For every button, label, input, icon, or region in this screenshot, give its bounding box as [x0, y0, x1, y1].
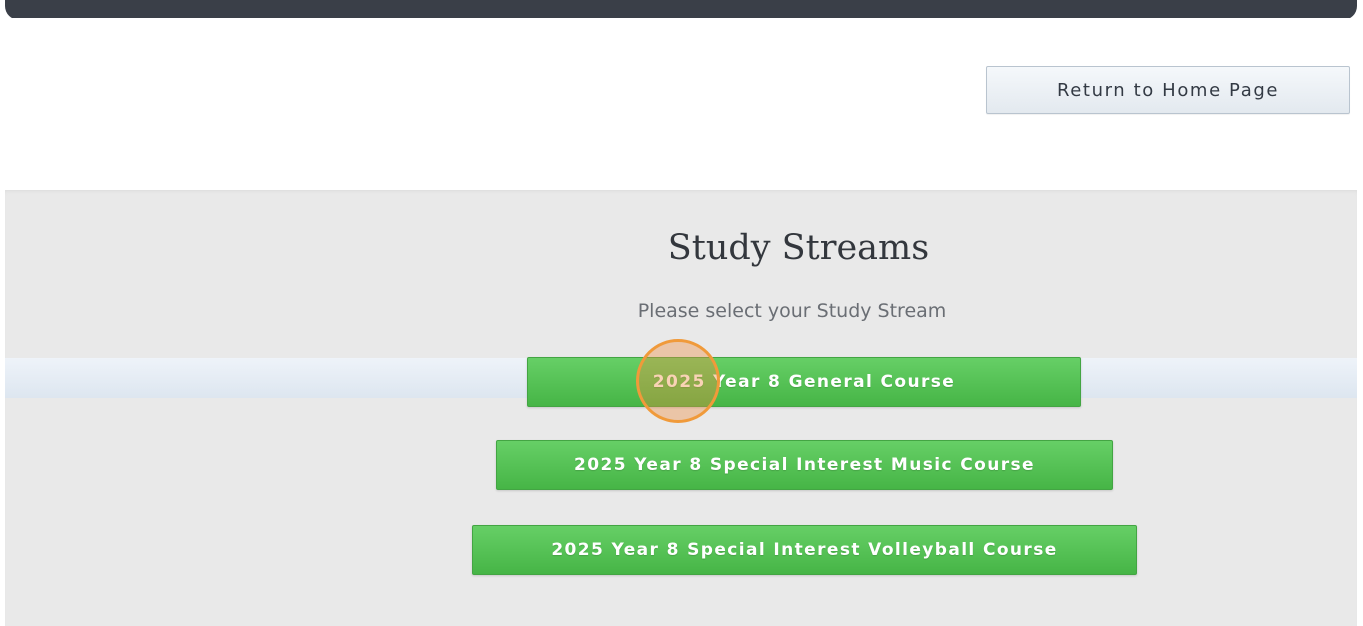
top-bar — [5, 0, 1357, 20]
stream-button-general[interactable]: 2025 Year 8 General Course — [527, 357, 1081, 407]
return-home-button[interactable]: Return to Home Page — [986, 66, 1350, 114]
stream-button-music[interactable]: 2025 Year 8 Special Interest Music Cours… — [496, 440, 1113, 490]
page-title: Study Streams — [667, 228, 930, 268]
page-subtitle: Please select your Study Stream — [637, 300, 947, 322]
page: Return to Home Page Study Streams Please… — [0, 0, 1363, 626]
stream-button-volleyball[interactable]: 2025 Year 8 Special Interest Volleyball … — [472, 525, 1137, 575]
